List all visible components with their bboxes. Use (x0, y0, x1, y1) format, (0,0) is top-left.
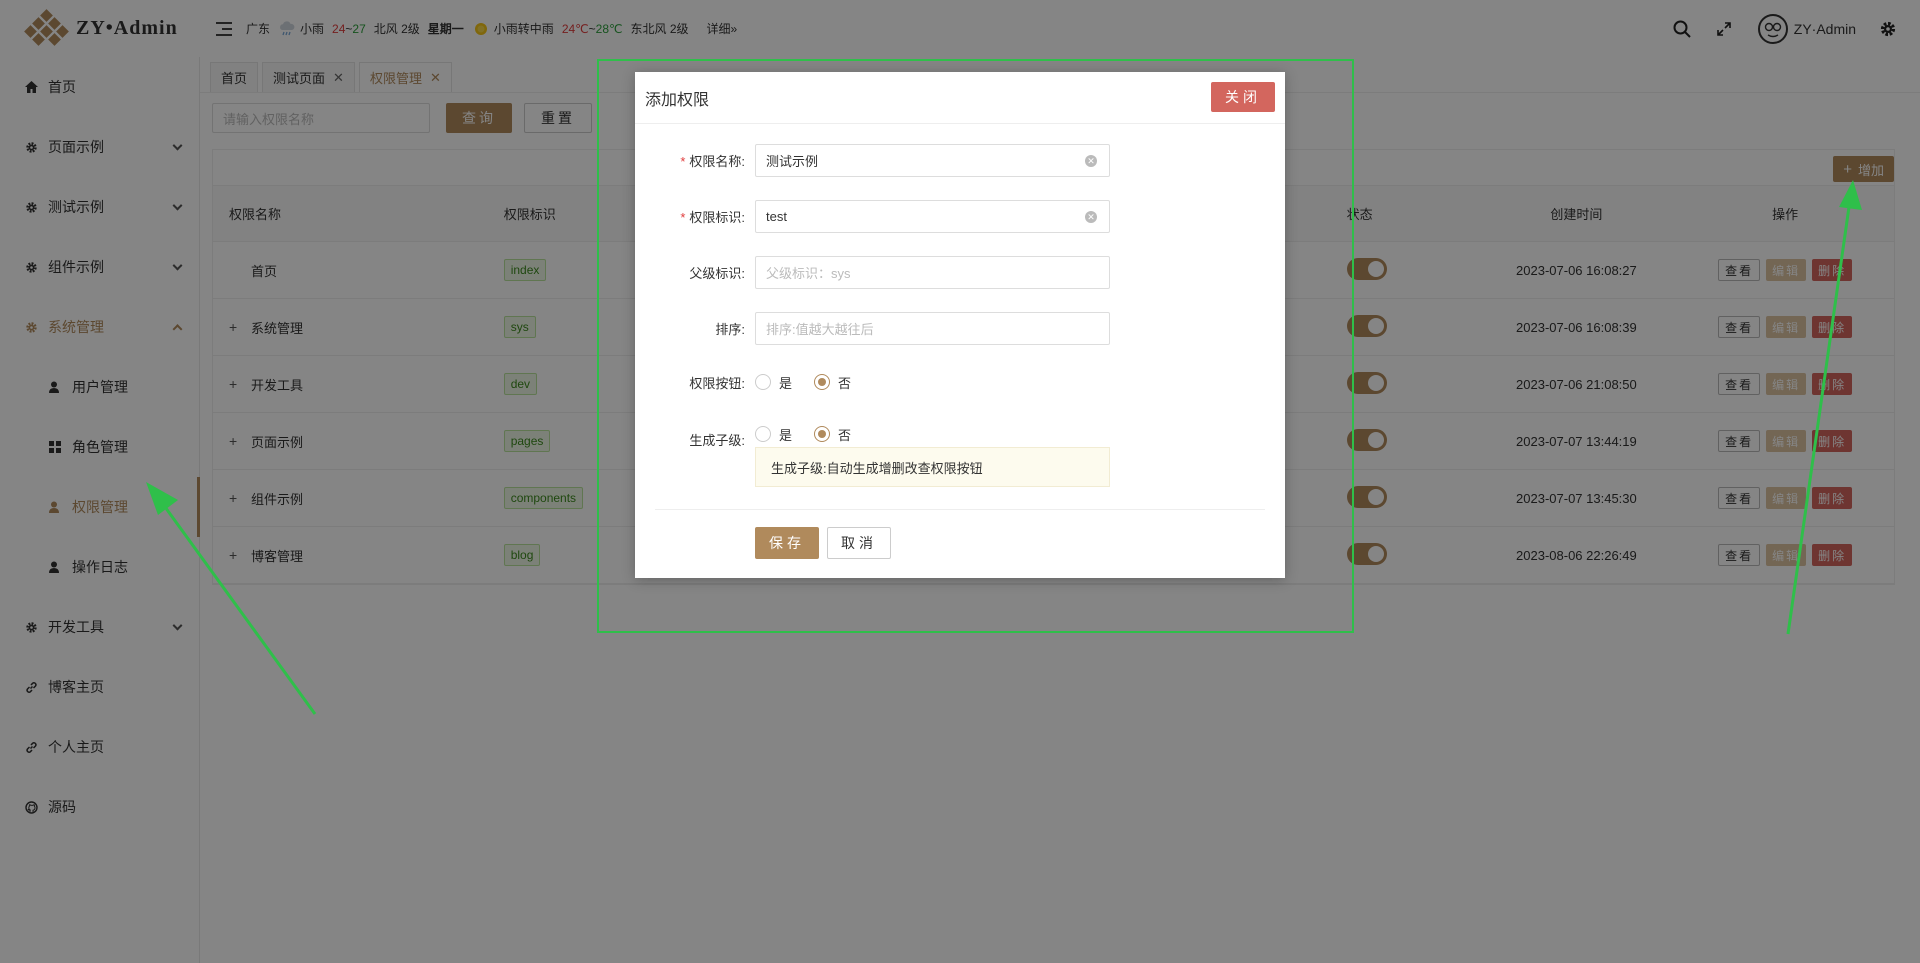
annotation-highlight-box (597, 59, 1354, 633)
